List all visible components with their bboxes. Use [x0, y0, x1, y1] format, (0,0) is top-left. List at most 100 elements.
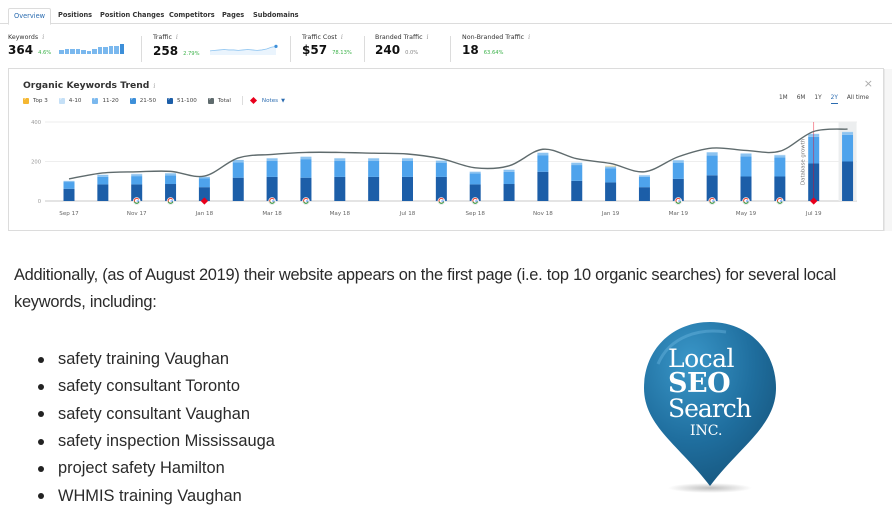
keyword-text: safety consultant Toronto: [58, 377, 240, 396]
metric-label: Branded Traffic: [375, 34, 423, 41]
bar-segment-11-20: [435, 160, 447, 163]
bullet-icon: [38, 493, 44, 500]
sparkline-bar: [92, 48, 97, 54]
bar-segment-51-100: [63, 188, 75, 201]
keyword-text: safety inspection Mississauga: [58, 432, 275, 451]
bar-segment-51-100: [402, 176, 413, 201]
bar-segment-11-20: [368, 158, 380, 161]
bar-segment-21-50: [165, 175, 177, 185]
list-item: WHMIS training Vaughan: [38, 482, 275, 509]
bar-segment-11-20: [63, 180, 75, 183]
sparkline-bar: [59, 49, 64, 54]
info-icon[interactable]: i: [341, 34, 343, 41]
info-icon[interactable]: i: [427, 34, 429, 41]
bar-segment-51-100: [571, 180, 583, 201]
sparkline-bar: [119, 44, 125, 54]
bar-segment-11-20: [672, 160, 684, 163]
keyword-list: safety training Vaughan safety consultan…: [38, 346, 275, 510]
bar-segment-21-50: [672, 162, 684, 179]
x-tick-label: May 19: [736, 211, 757, 217]
bar-segment-21-50: [469, 173, 481, 185]
info-icon[interactable]: i: [42, 34, 44, 41]
bar-segment-11-20: [706, 152, 718, 156]
y-tick-label: 200: [31, 160, 41, 166]
info-icon[interactable]: i: [528, 34, 530, 41]
metric-change: 63.64%: [483, 50, 504, 56]
bar-segment-21-50: [300, 159, 312, 178]
tab-competitors[interactable]: Competitors: [164, 8, 220, 25]
metric-change: 2.79%: [183, 51, 200, 57]
bar-segment-21-50: [368, 160, 380, 177]
bar-segment-11-20: [842, 132, 854, 135]
bar-segment-51-100: [368, 176, 380, 201]
metric-traffic[interactable]: Traffic i 258 2.79%: [153, 34, 282, 58]
google-update-icon: [132, 197, 141, 205]
metric-change: 78.13%: [332, 50, 352, 56]
sparkline-area: [209, 46, 276, 55]
divider: [290, 36, 291, 62]
bar-segment-11-20: [402, 158, 413, 161]
bar-segment-21-50: [706, 155, 718, 176]
sparkline-bar: [86, 50, 92, 54]
bar-segment-21-50: [638, 176, 650, 188]
bullet-icon: [38, 356, 44, 363]
metric-label: Non-Branded Traffic: [462, 34, 525, 41]
bullet-icon: [38, 411, 44, 418]
bar-segment-11-20: [165, 173, 177, 176]
x-tick-label: Mar 18: [262, 211, 282, 217]
metric-value: 18: [462, 43, 479, 57]
tab-subdomains[interactable]: Subdomains: [248, 8, 304, 25]
bar-segment-51-100: [842, 161, 854, 201]
divider: [141, 36, 142, 62]
x-tick-label: Nov 17: [127, 211, 147, 217]
bar-segment-51-100: [97, 184, 109, 201]
sparkline-bar: [64, 49, 70, 54]
bar-segment-21-50: [605, 168, 617, 183]
bar-segment-11-20: [131, 174, 143, 177]
bar-segment-21-50: [435, 162, 447, 177]
metric-keywords[interactable]: Keywords i 364 4.6%: [8, 34, 125, 57]
metric-label: Traffic Cost: [302, 34, 337, 41]
bar-segment-21-50: [740, 156, 752, 177]
tab-positions[interactable]: Positions: [53, 8, 97, 25]
keywords-sparkline: [59, 44, 125, 54]
metric-non-branded-traffic[interactable]: Non-Branded Traffic i 18 63.64%: [462, 34, 530, 57]
metric-traffic-cost[interactable]: Traffic Cost i $57 78.13%: [302, 34, 352, 57]
bar-segment-11-20: [571, 162, 583, 166]
bar-segment-21-50: [402, 160, 413, 177]
tab-pages[interactable]: Pages: [217, 8, 249, 25]
list-item: safety inspection Mississauga: [38, 428, 275, 455]
bar-segment-51-100: [605, 182, 617, 201]
bar-segment-11-20: [638, 175, 650, 177]
x-tick-label: Sep 18: [465, 211, 485, 217]
x-tick-label: Jul 19: [805, 211, 822, 217]
bar-segment-21-50: [232, 162, 244, 178]
bullet-icon: [38, 438, 44, 445]
scrollbar[interactable]: [884, 69, 892, 231]
metric-value: 240: [375, 43, 401, 57]
metric-branded-traffic[interactable]: Branded Traffic i 240 0.0%: [375, 34, 429, 57]
metric-value: 258: [153, 44, 179, 58]
bar-segment-11-20: [300, 156, 312, 160]
tab-position-changes[interactable]: Position Changes: [95, 8, 169, 25]
total-line: [68, 128, 848, 180]
divider: [364, 36, 365, 62]
bar-segment-51-100: [334, 176, 346, 201]
divider: [450, 36, 451, 62]
sparkline-bar: [97, 46, 103, 54]
info-icon[interactable]: i: [176, 34, 178, 41]
report-tabs: Overview Positions Position Changes Comp…: [0, 0, 892, 25]
logo-line-inc: INC.: [690, 423, 723, 439]
bar-segment-21-50: [97, 176, 109, 185]
list-item: safety training Vaughan: [38, 346, 275, 373]
bar-segment-51-100: [638, 187, 650, 201]
bar-segment-11-20: [537, 152, 549, 156]
organic-keywords-trend-panel: Organic Keywords Trendi × Top 3 4-10 11-…: [8, 69, 884, 231]
bar-segment-51-100: [537, 171, 549, 201]
bar-segment-11-20: [266, 158, 278, 161]
x-tick-label: May 18: [330, 211, 351, 217]
tab-overview[interactable]: Overview: [8, 8, 52, 25]
sparkline-dot: [273, 44, 278, 48]
traffic-sparkline: [209, 44, 278, 55]
metric-value: 364: [8, 43, 34, 57]
